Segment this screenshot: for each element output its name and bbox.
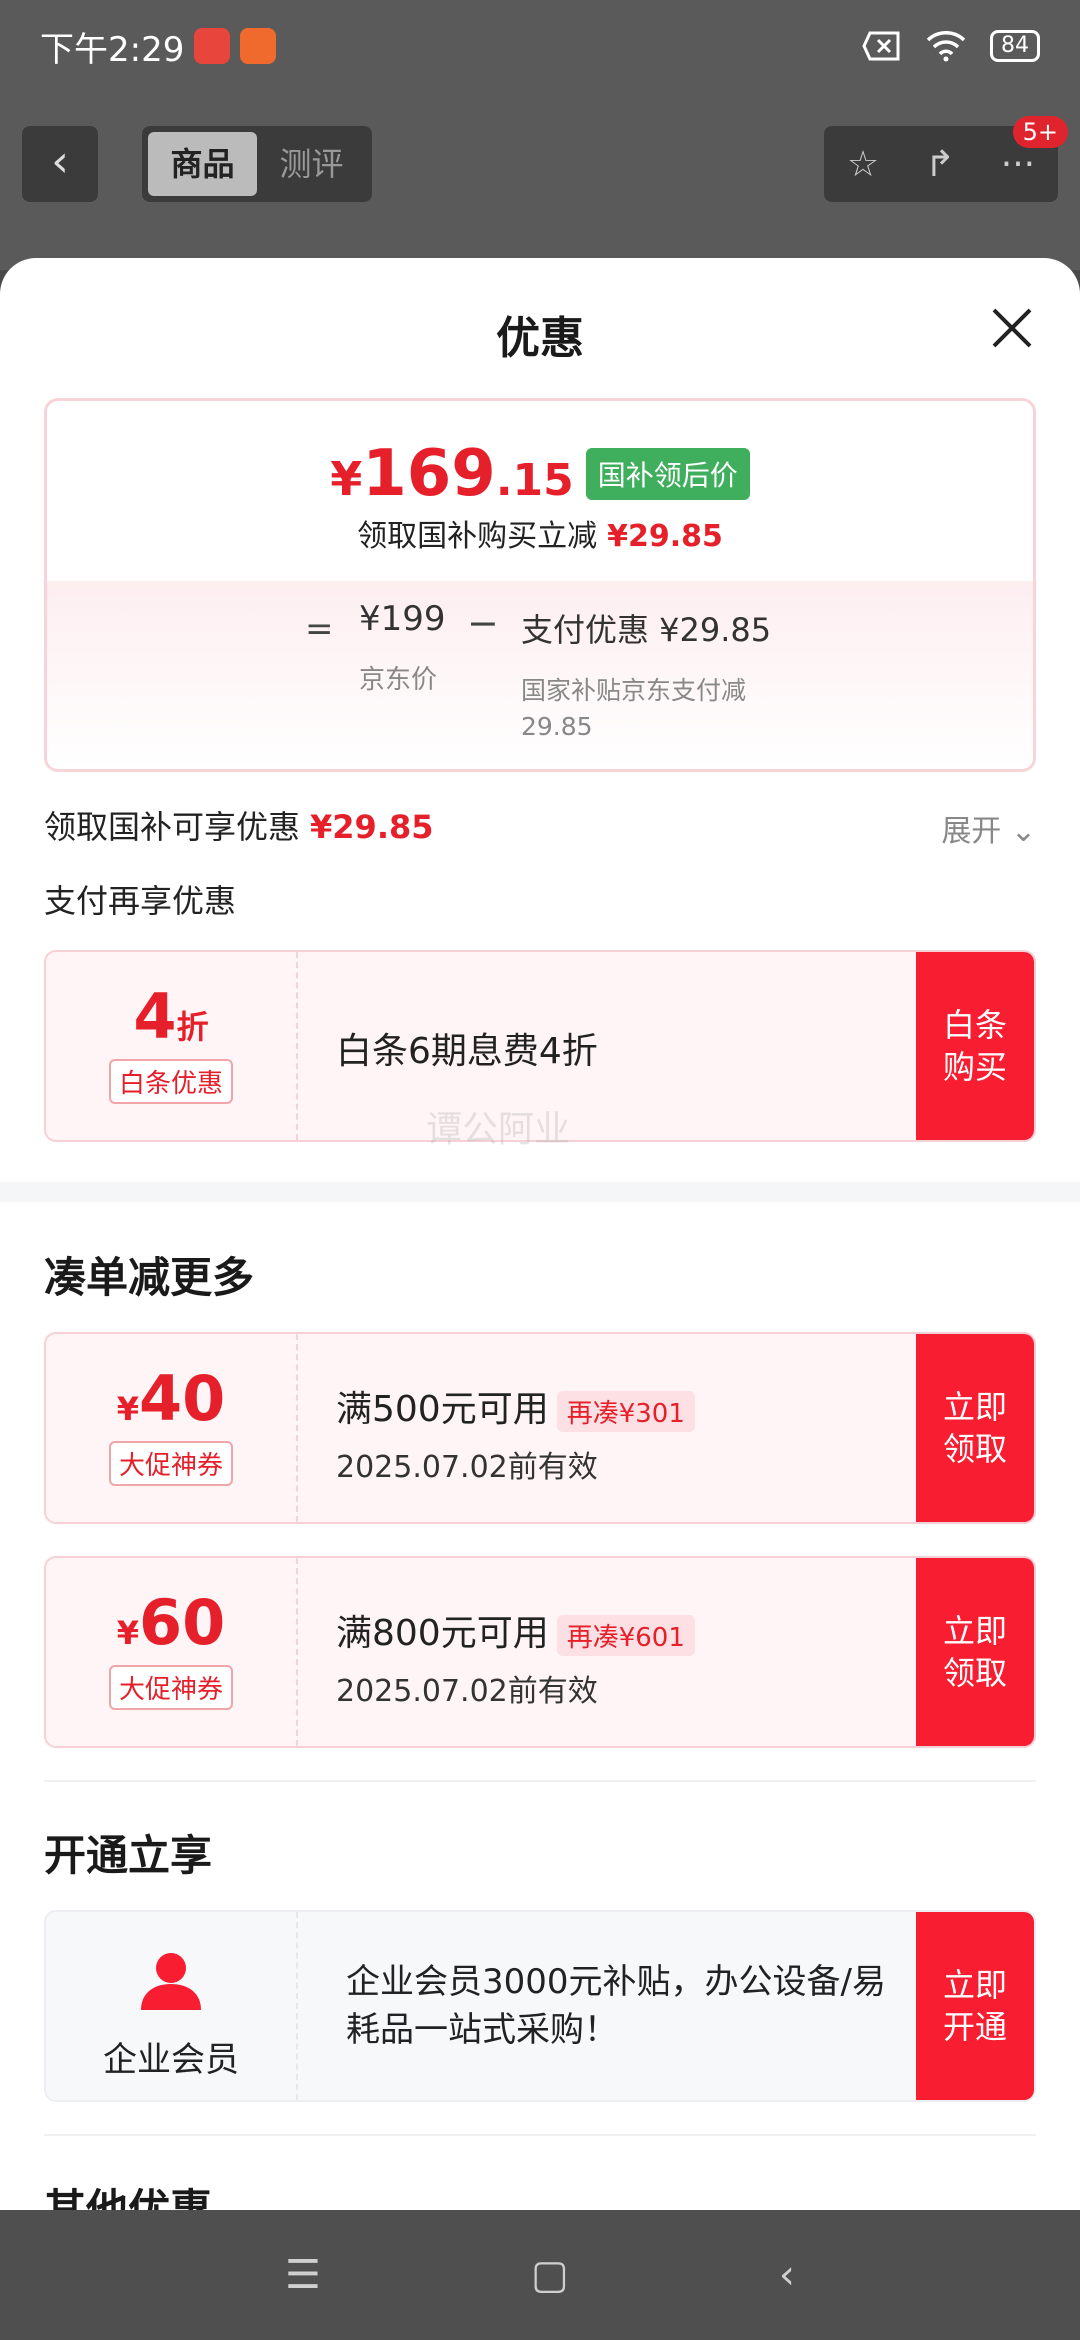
price-currency: ¥ — [330, 452, 363, 506]
coupon-tag: 大促神券 — [108, 1441, 233, 1486]
section-open-title: 开通立享 — [44, 1831, 213, 1880]
baitiao-tag: 白条优惠 — [108, 1059, 233, 1104]
product-nav: ‹ 商品 测评 ☆ ↱ ··· 5+ — [22, 116, 1068, 202]
section-other-title: 其他优惠 — [44, 2185, 213, 2210]
baitiao-title: 白条6期息费4折 — [336, 1031, 598, 1072]
coupon-value: 40 — [138, 1362, 226, 1435]
back-nav-icon[interactable]: ‹ — [779, 2252, 795, 2298]
subsidy-amount: ¥29.85 — [607, 519, 723, 554]
claim-coupon-button[interactable]: 立即 领取 — [916, 1334, 1034, 1522]
coupon-currency: ¥ — [116, 1390, 139, 1428]
battery-indicator: 84 — [990, 30, 1040, 62]
wifi-icon — [926, 31, 966, 62]
watermark: 谭公阿业 — [426, 1109, 571, 1150]
divider — [44, 2134, 1036, 2136]
coupon-value: 60 — [138, 1586, 226, 1659]
divider — [44, 1780, 1036, 1782]
price-integer: 169 — [362, 437, 496, 511]
discount-sheet: 优惠 ¥ 169 .15 国补领后价 领取国补购买立减 ¥29.85 = ¥199… — [0, 258, 1080, 2210]
final-price: ¥ 169 .15 国补领后价 — [47, 437, 1033, 511]
favorite-star-icon[interactable]: ☆ — [847, 144, 879, 185]
coupon-condition: 满800元可用 再凑¥601 — [336, 1604, 904, 1656]
baitiao-unit: 折 — [176, 1008, 209, 1046]
coupon-tag: 大促神券 — [108, 1665, 233, 1710]
home-icon[interactable]: ▢ — [531, 2252, 569, 2298]
price-breakdown: = ¥199 京东价 − 支付优惠 ¥29.85 国家补贴京东支付减 29.85 — [47, 581, 1033, 769]
menu-icon[interactable]: ☰ — [285, 2252, 321, 2298]
equals-sign: = — [305, 609, 334, 649]
coupon-gap-pill: 再凑¥301 — [556, 1390, 695, 1432]
subsidy-row: 领取国补可享优惠 ¥29.85 — [44, 802, 434, 848]
minus-sign: − — [467, 601, 499, 645]
subsidy-price-tag: 国补领后价 — [585, 448, 750, 500]
subsidy-row-amount: ¥29.85 — [310, 808, 434, 846]
nav-actions: ☆ ↱ ··· 5+ — [824, 116, 1068, 202]
expand-button[interactable]: 展开 ⌄ — [941, 806, 1036, 850]
status-time: 下午2:29 — [40, 29, 185, 70]
coupon-card: ¥40 大促神券 满500元可用 再凑¥301 2025.07.02前有效 立即 … — [44, 1332, 1036, 1524]
coupon-currency: ¥ — [116, 1614, 139, 1652]
subsidy-text: 领取国补购买立减 — [357, 519, 598, 554]
claim-coupon-button[interactable]: 立即 领取 — [916, 1558, 1034, 1746]
close-icon[interactable] — [988, 304, 1036, 352]
back-button[interactable]: ‹ — [22, 126, 98, 202]
section-combine-title: 凑单减更多 — [44, 1253, 255, 1302]
pay-more-label: 支付再享优惠 — [44, 882, 237, 920]
baitiao-value: 4 — [133, 980, 177, 1053]
nav-tabs: 商品 测评 — [142, 126, 372, 202]
baitiao-buy-button[interactable]: 白条 购买 — [916, 952, 1034, 1140]
sim-off-icon — [862, 31, 900, 61]
coupon-gap-pill: 再凑¥601 — [556, 1614, 695, 1656]
expand-label: 展开 — [941, 814, 1002, 849]
coupon-card: ¥60 大促神券 满800元可用 再凑¥601 2025.07.02前有效 立即 … — [44, 1556, 1036, 1748]
price-summary-card: ¥ 169 .15 国补领后价 领取国补购买立减 ¥29.85 = ¥199 京东… — [44, 398, 1036, 772]
share-icon[interactable]: ↱ — [925, 144, 955, 185]
coupon-date: 2025.07.02前有效 — [336, 1450, 598, 1485]
section-separator — [0, 1182, 1080, 1202]
person-icon — [141, 1953, 201, 2010]
status-bar: 下午2:29 84 — [0, 0, 1080, 92]
enterprise-card: 企业会员 企业会员3000元补贴，办公设备/易耗品一站式采购！ 立即 开通 — [44, 1910, 1036, 2102]
chevron-down-icon: ⌄ — [1010, 814, 1036, 849]
coupon-condition: 满500元可用 再凑¥301 — [336, 1380, 904, 1432]
more-icon[interactable]: ··· — [1001, 144, 1035, 185]
base-price-caption: 京东价 — [359, 665, 438, 695]
coupon-title: 满800元可用 — [336, 1613, 549, 1654]
tab-review[interactable]: 测评 — [257, 132, 366, 196]
subsidy-row-label: 领取国补可享优惠 — [44, 808, 301, 846]
coupon-title: 满500元可用 — [336, 1389, 549, 1430]
pay-discount-detail: 国家补贴京东支付减 29.85 — [521, 676, 747, 741]
app-notification-icon — [194, 28, 231, 64]
sheet-title: 优惠 — [496, 313, 584, 364]
app-notification-icon-2 — [240, 28, 277, 64]
coupon-date: 2025.07.02前有效 — [336, 1674, 598, 1709]
price-subtext: 领取国补购买立减 ¥29.85 — [47, 511, 1033, 555]
price-decimal: .15 — [495, 455, 574, 506]
enterprise-title: 企业会员3000元补贴，办公设备/易耗品一站式采购！ — [346, 1962, 886, 2050]
enterprise-label: 企业会员 — [103, 2040, 239, 2080]
base-price: ¥199 — [359, 599, 446, 639]
pay-discount-label: 支付优惠 ¥29.85 — [521, 611, 772, 649]
tab-product[interactable]: 商品 — [148, 132, 257, 196]
open-membership-button[interactable]: 立即 开通 — [916, 1912, 1034, 2100]
system-nav-bar: ☰ ▢ ‹ — [0, 2210, 1080, 2340]
message-badge: 5+ — [1012, 116, 1068, 148]
